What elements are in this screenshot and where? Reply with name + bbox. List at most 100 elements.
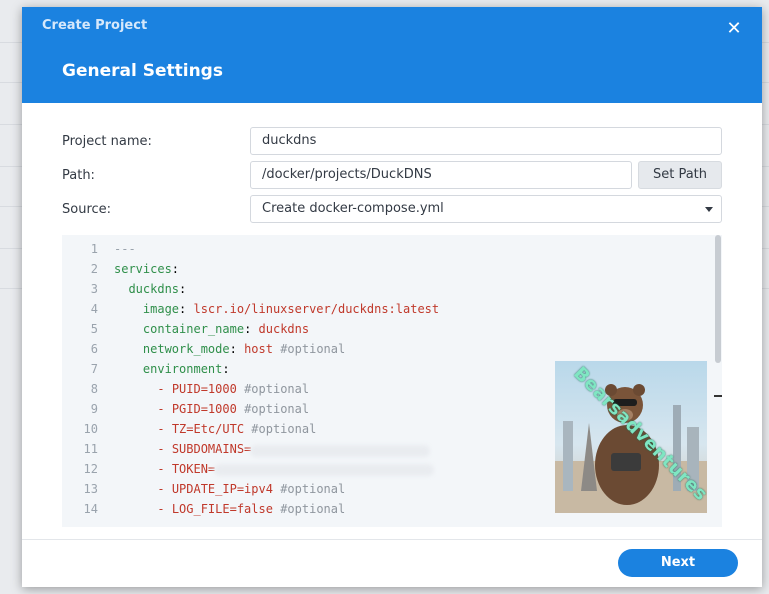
line-number: 11 <box>83 442 98 456</box>
yaml-comment: #optional <box>236 402 310 416</box>
yaml-key: container_name <box>142 322 245 336</box>
yaml-separator: : <box>171 262 180 276</box>
line-number: 14 <box>83 502 98 516</box>
code-line: 14 - LOG_FILE=false #optional <box>62 499 346 519</box>
chevron-down-icon <box>705 207 713 212</box>
code-text: services: <box>98 259 179 279</box>
source-select[interactable]: Create docker-compose.yml <box>250 195 722 223</box>
code-text: - LOG_FILE=false #optional <box>98 499 345 519</box>
code-text: duckdns: <box>98 279 186 299</box>
code-line: 9 - PGID=1000 #optional <box>62 399 309 419</box>
create-project-dialog: Create Project General Settings ✕ Projec… <box>22 7 762 587</box>
redacted-token <box>214 464 434 476</box>
yaml-separator: - <box>157 402 172 416</box>
code-line: 7 environment: <box>62 359 230 379</box>
yaml-separator: : <box>179 282 187 296</box>
dialog-subtitle: General Settings <box>62 61 223 81</box>
yaml-value: PUID=1000 <box>171 382 237 396</box>
line-number: 3 <box>90 282 98 296</box>
dialog-header: Create Project General Settings ✕ <box>22 7 762 103</box>
yaml-comment: #optional <box>272 342 346 356</box>
yaml-value: LOG_FILE=false <box>171 502 273 516</box>
line-number: 10 <box>83 422 98 436</box>
yaml-key: services <box>114 262 172 276</box>
code-text: - TZ=Etc/UTC #optional <box>98 419 316 439</box>
line-number: 9 <box>90 402 98 416</box>
yaml-comment: #optional <box>272 502 346 516</box>
redacted-subdomains <box>250 445 430 457</box>
yaml-value: PGID=1000 <box>171 402 237 416</box>
dialog-title: Create Project <box>42 18 148 33</box>
path-input[interactable]: /docker/projects/DuckDNS <box>250 161 632 189</box>
yaml-separator: - <box>157 462 172 476</box>
yaml-separator: : <box>179 302 194 316</box>
yaml-separator: - <box>157 502 172 516</box>
code-line: 10 - TZ=Etc/UTC #optional <box>62 419 317 439</box>
code-line: 6 network_mode: host #optional <box>62 339 345 359</box>
code-line: 11 - SUBDOMAINS= <box>62 439 252 459</box>
set-path-button[interactable]: Set Path <box>638 161 722 189</box>
code-line: 12 - TOKEN= <box>62 459 216 479</box>
code-text: network_mode: host #optional <box>98 339 345 359</box>
next-button[interactable]: Next <box>618 549 738 577</box>
editor-scrollbar[interactable] <box>715 235 721 363</box>
scrollbar-marker <box>714 395 722 397</box>
project-name-input[interactable]: duckdns <box>250 127 722 155</box>
yaml-comment: #optional <box>236 382 310 396</box>
yaml-value: duckdns <box>258 322 310 336</box>
code-text: - PUID=1000 #optional <box>98 379 309 399</box>
code-text: - UPDATE_IP=ipv4 #optional <box>98 479 345 499</box>
yaml-separator: - <box>157 442 172 456</box>
line-number: 4 <box>90 302 98 316</box>
code-text: --- <box>98 239 136 259</box>
yaml-value: host <box>244 342 273 356</box>
source-label: Source: <box>62 202 112 217</box>
yaml-value: TZ=Etc/UTC <box>171 422 245 436</box>
yaml-separator: - <box>157 422 172 436</box>
yaml-separator: - <box>157 382 172 396</box>
path-label: Path: <box>62 168 95 183</box>
yaml-separator: --- <box>114 242 136 256</box>
yaml-separator: : <box>222 362 230 376</box>
yaml-value: TOKEN= <box>171 462 216 476</box>
line-number: 5 <box>90 322 98 336</box>
line-number: 8 <box>90 382 98 396</box>
yaml-comment: #optional <box>272 482 346 496</box>
yaml-key: duckdns <box>128 282 180 296</box>
footer-divider <box>22 539 762 540</box>
yaml-key: network_mode <box>142 342 230 356</box>
code-line: 13 - UPDATE_IP=ipv4 #optional <box>62 479 346 499</box>
yaml-value: UPDATE_IP=ipv4 <box>171 482 273 496</box>
code-text: environment: <box>98 359 230 379</box>
code-line: 2 services: <box>62 259 179 279</box>
yaml-key: image <box>142 302 180 316</box>
watermark-bear-image: Bearsadventures <box>555 361 707 513</box>
yaml-key: environment <box>142 362 223 376</box>
code-line: 5 container_name: duckdns <box>62 319 309 339</box>
yaml-separator: - <box>157 482 172 496</box>
line-number: 12 <box>83 462 98 476</box>
line-number: 1 <box>90 242 98 256</box>
code-text: - TOKEN= <box>98 459 215 479</box>
code-line: 3 duckdns: <box>62 279 187 299</box>
code-line: 1 --- <box>62 239 136 259</box>
close-icon[interactable]: ✕ <box>722 17 746 41</box>
source-select-value: Create docker-compose.yml <box>262 201 444 216</box>
code-text: - SUBDOMAINS= <box>98 439 251 459</box>
line-number: 7 <box>90 362 98 376</box>
yaml-separator: : <box>244 322 259 336</box>
code-text: container_name: duckdns <box>98 319 309 339</box>
yaml-value: SUBDOMAINS= <box>171 442 252 456</box>
code-line: 8 - PUID=1000 #optional <box>62 379 309 399</box>
code-line: 4 image: lscr.io/linuxserver/duckdns:lat… <box>62 299 439 319</box>
code-text: image: lscr.io/linuxserver/duckdns:lates… <box>98 299 439 319</box>
